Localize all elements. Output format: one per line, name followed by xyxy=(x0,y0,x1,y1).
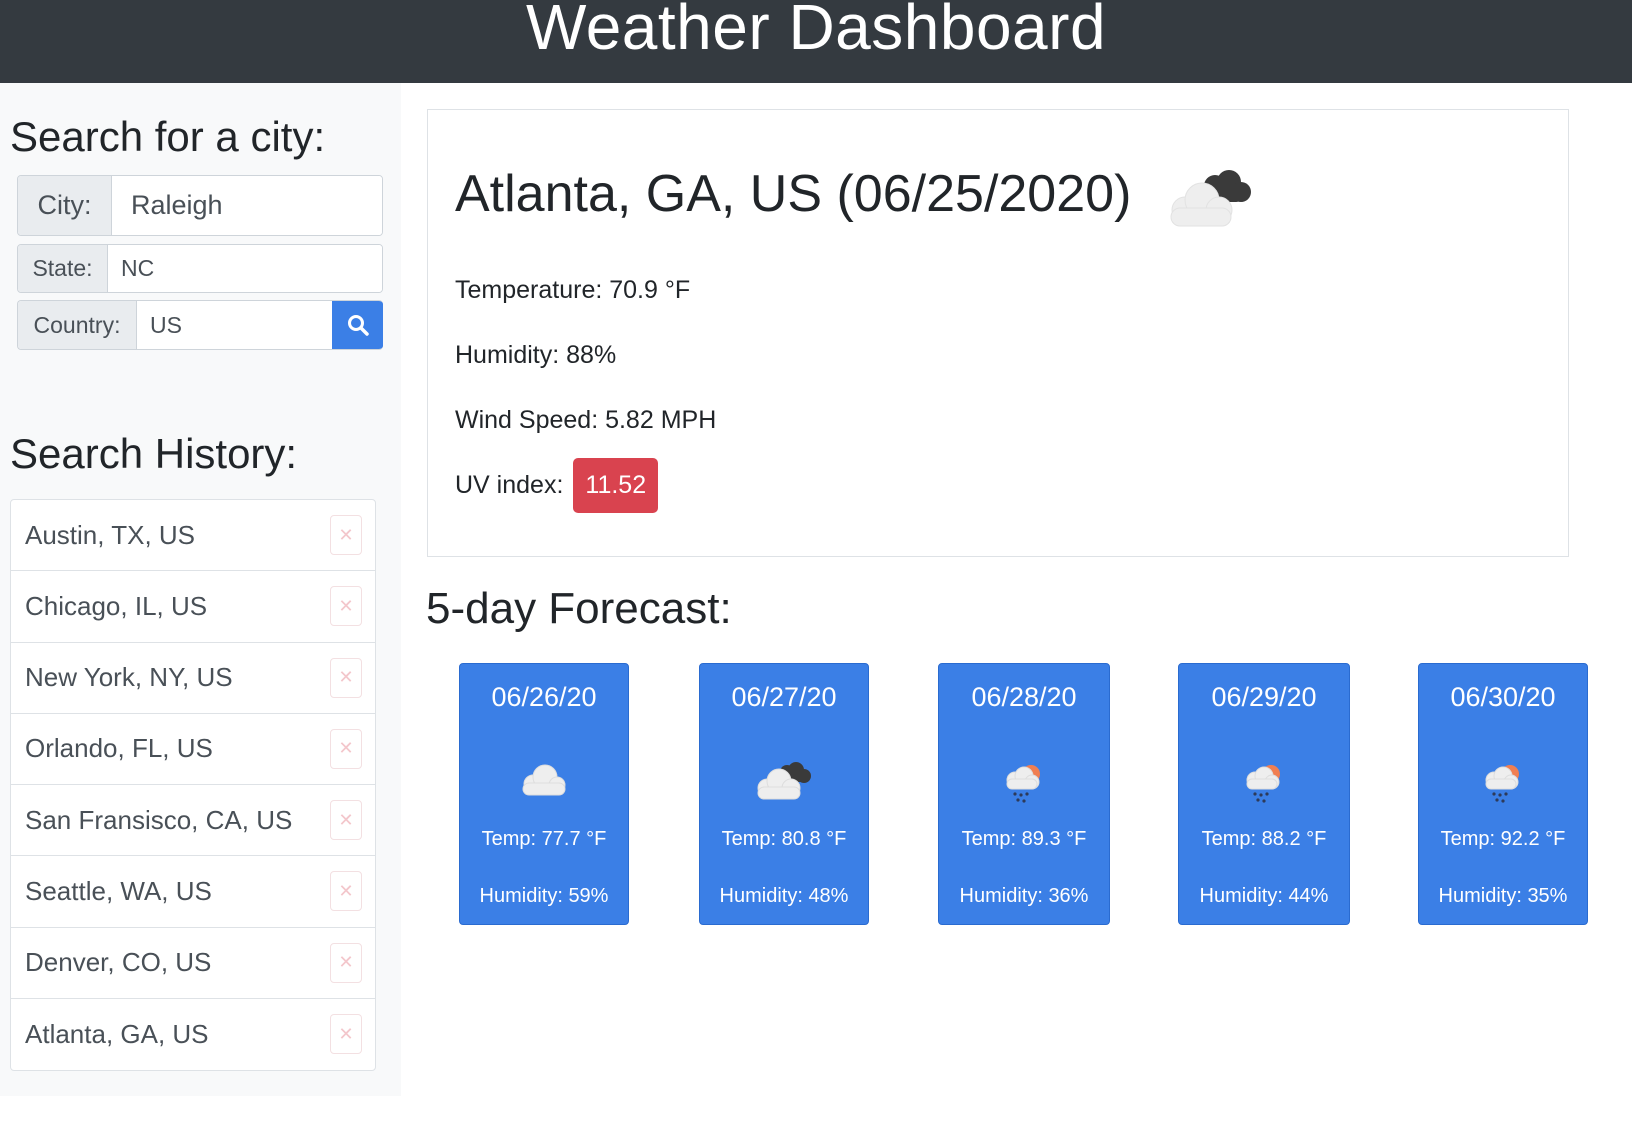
delete-history-button[interactable]: ✕ xyxy=(330,657,362,698)
forecast-card: 06/27/20 Temp: 80.8 °F Humidity: 48% xyxy=(699,663,869,925)
forecast-temp: Temp: 92.2 °F xyxy=(1440,828,1566,850)
history-item[interactable]: Atlanta, GA, US ✕ xyxy=(11,999,375,1070)
forecast-humidity: Humidity: 35% xyxy=(1438,885,1568,907)
broken-clouds-icon xyxy=(757,762,811,800)
forecast-temp: Temp: 77.7 °F xyxy=(481,828,607,850)
search-icon xyxy=(347,315,369,336)
state-input[interactable]: NC xyxy=(108,245,382,292)
forecast-card: 06/30/20 Temp: 92.2 °F Humidity: 35% xyxy=(1418,663,1588,925)
forecast-humidity: Humidity: 48% xyxy=(719,885,849,907)
forecast-date: 06/30/20 xyxy=(1450,682,1556,712)
forecast-date: 06/26/20 xyxy=(491,682,597,712)
close-icon: ✕ xyxy=(338,880,354,901)
history-item[interactable]: Seattle, WA, US ✕ xyxy=(11,856,375,928)
uv-label: UV index: xyxy=(455,471,564,499)
history-item-label: Denver, CO, US xyxy=(25,947,212,978)
close-icon: ✕ xyxy=(338,738,354,759)
delete-history-button[interactable]: ✕ xyxy=(330,728,362,769)
city-label: City: xyxy=(18,176,112,235)
current-weather-card: Atlanta, GA, US (06/25/2020) Temperature… xyxy=(427,109,1569,557)
delete-history-button[interactable]: ✕ xyxy=(330,586,362,627)
forecast-card: 06/29/20 Temp: 88.2 °F Humidity: 44% xyxy=(1178,663,1350,925)
forecast-temp: Temp: 89.3 °F xyxy=(961,828,1087,850)
sun-rain-icon xyxy=(1246,765,1280,803)
uv-index-badge: 11.52 xyxy=(573,458,659,513)
history-item[interactable]: New York, NY, US ✕ xyxy=(11,643,375,714)
close-icon: ✕ xyxy=(338,595,354,616)
forecast-temp: Temp: 80.8 °F xyxy=(721,828,847,850)
forecast-temp: Temp: 88.2 °F xyxy=(1201,828,1327,850)
history-item-label: Seattle, WA, US xyxy=(25,875,212,906)
history-item[interactable]: San Fransisco, CA, US ✕ xyxy=(11,785,375,857)
history-item-label: Atlanta, GA, US xyxy=(25,1018,209,1049)
history-list: Austin, TX, US ✕ Chicago, IL, US ✕ New Y… xyxy=(10,499,376,1071)
city-input-group: City: Raleigh xyxy=(17,175,383,236)
state-input-group: State: NC xyxy=(17,244,383,293)
country-input[interactable]: US xyxy=(137,301,332,349)
forecast-card: 06/26/20 Temp: 77.7 °F Humidity: 59% xyxy=(459,663,629,925)
forecast-date: 06/27/20 xyxy=(731,682,837,712)
forecast-humidity: Humidity: 59% xyxy=(479,885,609,907)
state-label: State: xyxy=(18,245,108,292)
forecast-heading: 5-day Forecast: xyxy=(426,584,732,633)
current-wind-speed: Wind Speed: 5.82 MPH xyxy=(455,406,717,434)
delete-history-button[interactable]: ✕ xyxy=(330,871,362,912)
sidebar: Search for a city: City: Raleigh State: … xyxy=(0,83,401,1096)
history-item-label: New York, NY, US xyxy=(25,662,233,693)
app-header: Weather Dashboard xyxy=(0,0,1632,83)
country-label: Country: xyxy=(18,301,137,349)
sun-rain-icon xyxy=(1485,765,1519,803)
current-city-title: Atlanta, GA, US (06/25/2020) xyxy=(455,165,1132,223)
history-item-label: Chicago, IL, US xyxy=(25,590,208,621)
page-title: Weather Dashboard xyxy=(525,0,1107,63)
close-icon: ✕ xyxy=(338,1023,354,1044)
history-item-label: Austin, TX, US xyxy=(25,519,196,550)
current-uv-row: UV index: 11.52 xyxy=(455,458,659,513)
delete-history-button[interactable]: ✕ xyxy=(330,800,362,841)
history-item-label: Orlando, FL, US xyxy=(25,733,213,764)
search-button[interactable] xyxy=(332,301,383,349)
history-item[interactable]: Chicago, IL, US ✕ xyxy=(11,571,375,643)
current-humidity: Humidity: 88% xyxy=(455,341,617,369)
close-icon: ✕ xyxy=(338,809,354,830)
country-input-group: Country: US xyxy=(17,300,383,350)
delete-history-button[interactable]: ✕ xyxy=(330,942,362,983)
close-icon: ✕ xyxy=(338,667,354,688)
forecast-date: 06/28/20 xyxy=(971,682,1077,712)
search-heading: Search for a city: xyxy=(10,113,326,160)
forecast-card: 06/28/20 Temp: 89.3 °F Humidity: 36% xyxy=(938,663,1110,925)
forecast-humidity: Humidity: 44% xyxy=(1199,885,1329,907)
close-icon: ✕ xyxy=(338,952,354,973)
city-input[interactable]: Raleigh xyxy=(112,176,382,235)
close-icon: ✕ xyxy=(338,524,354,545)
history-item[interactable]: Orlando, FL, US ✕ xyxy=(11,714,375,785)
sun-rain-icon xyxy=(1006,765,1040,803)
history-item-label: San Fransisco, CA, US xyxy=(25,804,293,835)
history-item[interactable]: Denver, CO, US ✕ xyxy=(11,928,375,999)
history-item[interactable]: Austin, TX, US ✕ xyxy=(11,500,375,572)
delete-history-button[interactable]: ✕ xyxy=(330,1014,362,1055)
forecast-humidity: Humidity: 36% xyxy=(959,885,1089,907)
cloud-icon xyxy=(522,764,566,796)
forecast-date: 06/29/20 xyxy=(1211,682,1317,712)
delete-history-button[interactable]: ✕ xyxy=(330,515,362,556)
history-heading: Search History: xyxy=(10,430,298,477)
current-temperature: Temperature: 70.9 °F xyxy=(455,276,691,304)
broken-clouds-icon xyxy=(1170,170,1251,227)
